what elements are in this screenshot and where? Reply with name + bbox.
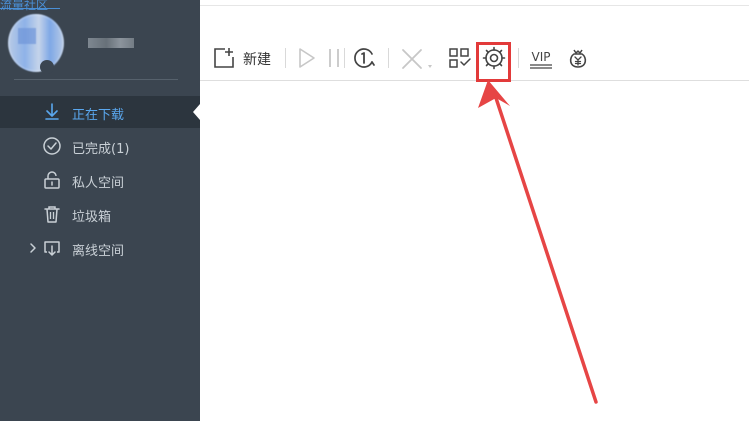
toolbar-separator [344, 48, 345, 68]
toolbar-separator [518, 48, 519, 68]
vip-text: VIP [532, 50, 551, 64]
sidebar-item-label: 离线空间 [72, 244, 125, 259]
annotation-highlight-box [476, 42, 511, 82]
watermark: 流量社区 [0, 0, 49, 12]
title-divider [200, 5, 749, 6]
batch-select-button[interactable] [448, 44, 472, 72]
lock-icon [42, 170, 62, 190]
play-icon [296, 47, 318, 69]
sidebar-item-label: 私人空间 [72, 176, 125, 191]
download-icon [42, 102, 62, 122]
speed-limit-button[interactable] [352, 44, 376, 72]
toolbar-separator [285, 48, 286, 68]
trash-icon [42, 204, 62, 224]
speed-limit-icon [352, 46, 376, 70]
chevron-right-icon[interactable] [28, 241, 38, 255]
watermark-underline [0, 8, 60, 9]
vip-button[interactable]: VIP [528, 44, 554, 72]
toolbar-divider [200, 80, 749, 81]
toolbar-separator [388, 48, 389, 68]
wallet-button[interactable] [566, 44, 590, 72]
money-bag-icon [566, 46, 590, 70]
delete-button[interactable] [400, 44, 436, 72]
active-indicator [193, 104, 200, 120]
sidebar-item-label: 正在下载 [72, 108, 125, 123]
new-file-icon [212, 46, 236, 70]
pause-icon [326, 47, 342, 69]
sidebar-item-offline-space[interactable]: 离线空间 [0, 232, 200, 264]
start-button[interactable] [296, 44, 318, 72]
sidebar-item-label: 垃圾箱 [72, 210, 112, 225]
avatar-mask [40, 60, 54, 74]
sidebar-item-completed[interactable]: 已完成(1) [0, 130, 200, 162]
username-redacted [88, 38, 134, 48]
avatar[interactable] [8, 14, 64, 72]
sidebar-item-label: 已完成(1) [72, 142, 130, 157]
sidebar-item-private-space[interactable]: 私人空间 [0, 164, 200, 196]
cloud-download-icon [42, 238, 62, 258]
sidebar-divider [14, 79, 178, 80]
delete-icon [400, 47, 436, 71]
new-task-label[interactable]: 新建 [243, 49, 271, 69]
sidebar-item-trash[interactable]: 垃圾箱 [0, 198, 200, 230]
vip-icon: VIP [528, 48, 554, 70]
grid-select-icon [448, 46, 472, 70]
sidebar-item-downloading[interactable]: 正在下载 [0, 96, 200, 128]
check-circle-icon [42, 136, 62, 156]
toolbar: 新建 VIP [200, 36, 749, 80]
pause-button[interactable] [326, 44, 342, 72]
sidebar: 流量社区 正在下载 已完成(1) 私人空间 垃圾箱 离线空间 [0, 0, 200, 421]
